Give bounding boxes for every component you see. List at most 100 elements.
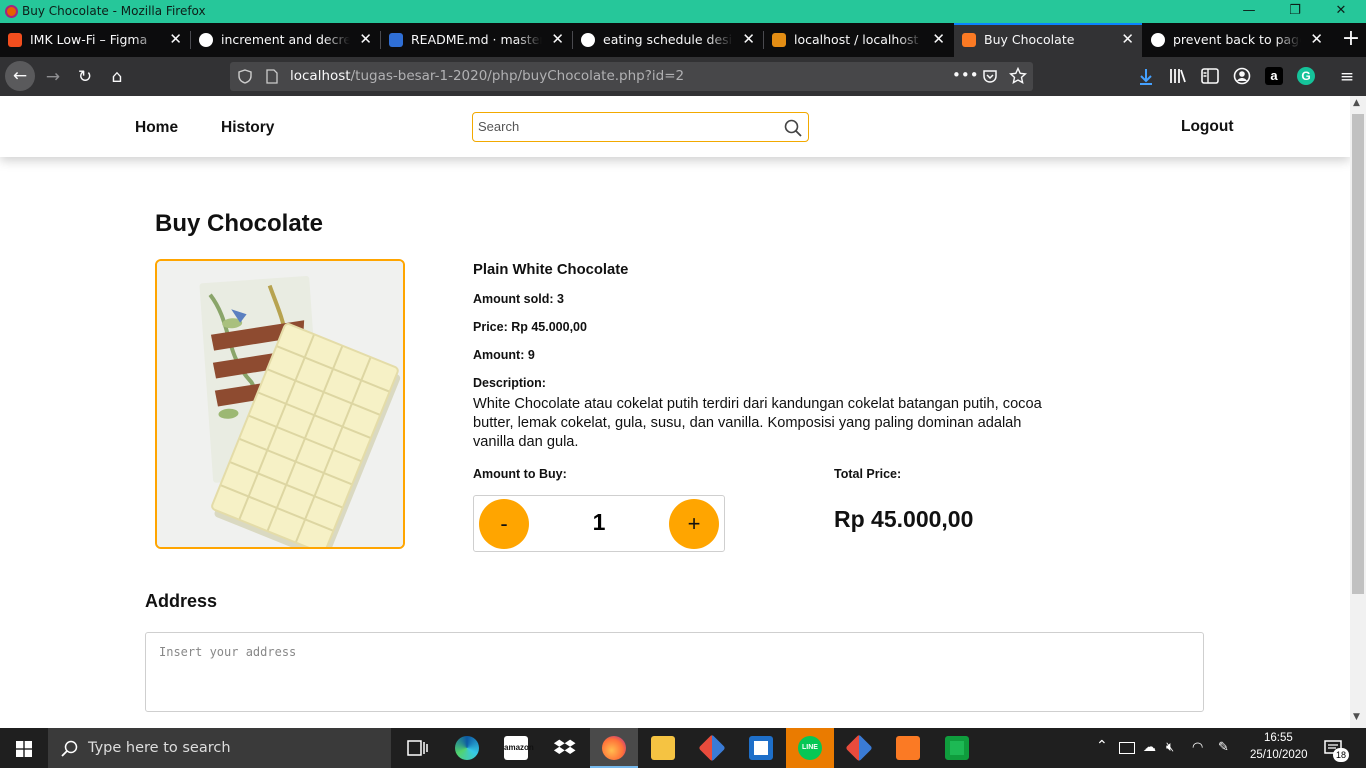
total-price-label: Total Price:: [834, 467, 902, 481]
tab-increment[interactable]: increment and decrement ✕: [191, 23, 380, 57]
quantity-value: 1: [592, 509, 606, 535]
dropbox-icon[interactable]: [553, 736, 577, 760]
pen-icon[interactable]: ✎: [1218, 740, 1229, 755]
gitkraken-icon[interactable]: [845, 734, 873, 762]
page-icon: [266, 69, 278, 84]
product-description: White Chocolate atau cokelat putih terdi…: [473, 396, 1042, 450]
scroll-down-icon[interactable]: ▼: [1353, 712, 1360, 722]
back-button[interactable]: ←: [5, 61, 35, 91]
tray-chevron-icon[interactable]: ⌃: [1096, 738, 1108, 754]
white-chocolate-image: [157, 261, 403, 547]
product-name: Plain White Chocolate: [473, 262, 629, 278]
library-icon[interactable]: [1169, 68, 1187, 84]
file-explorer-icon[interactable]: [651, 736, 675, 760]
edge-icon[interactable]: [455, 736, 479, 760]
tab-label: README.md · master · IF: [411, 32, 542, 47]
phpmyadmin-icon: [772, 33, 786, 47]
amazon-icon[interactable]: a: [1265, 67, 1283, 85]
tab-prevent-back[interactable]: prevent back to page aft ✕: [1143, 23, 1331, 57]
search-icon: [61, 740, 78, 757]
tab-label: prevent back to page aft: [1173, 32, 1301, 47]
figma-icon: [8, 33, 22, 47]
amount-to-buy-label: Amount to Buy:: [473, 467, 567, 481]
page-scrollbar[interactable]: ▲ ▼: [1350, 96, 1366, 728]
grammarly-icon[interactable]: G: [1297, 67, 1315, 85]
tab-close-icon[interactable]: ✕: [1310, 30, 1323, 48]
google-icon: [199, 33, 213, 47]
url-host: localhost: [290, 68, 351, 84]
tab-eating-schedule[interactable]: eating schedule design ✕: [573, 23, 763, 57]
cloud-icon[interactable]: ☁: [1143, 740, 1156, 755]
gitlab-icon: [389, 33, 403, 47]
url-text[interactable]: localhost/tugas-besar-1-2020/php/buyChoc…: [290, 68, 684, 84]
reload-button[interactable]: ↻: [71, 63, 99, 91]
taskbar: Type here to search amazon LINE ⌃ ☁ 🔇︎ ◠…: [0, 728, 1366, 768]
page-title: Buy Chocolate: [155, 210, 324, 237]
tab-phpmyadmin[interactable]: localhost / localhost / w ✕: [764, 23, 953, 57]
nav-logout-link[interactable]: Logout: [1181, 118, 1234, 136]
menu-button[interactable]: ≡: [1333, 63, 1361, 91]
bookmark-star-icon[interactable]: [1009, 67, 1027, 85]
nav-history-link[interactable]: History: [221, 119, 274, 137]
windows-start-icon[interactable]: [16, 741, 32, 757]
minimize-button[interactable]: —: [1226, 0, 1272, 23]
nav-home-link[interactable]: Home: [135, 119, 178, 137]
google-icon: [581, 33, 595, 47]
clock-date[interactable]: 25/10/2020: [1250, 749, 1308, 761]
account-icon[interactable]: [1233, 67, 1251, 85]
new-tab-button[interactable]: +: [1336, 23, 1366, 57]
forward-button[interactable]: →: [39, 63, 67, 91]
taskbar-line-active[interactable]: LINE: [786, 728, 834, 768]
search-box: [472, 112, 809, 142]
volume-muted-icon[interactable]: 🔇︎: [1166, 740, 1174, 755]
git-app-icon[interactable]: [698, 734, 726, 762]
product-amount: Amount: 9: [473, 348, 535, 362]
taskbar-firefox-active[interactable]: [590, 728, 638, 768]
address-field[interactable]: [145, 632, 1204, 712]
firefox-icon: [602, 736, 626, 760]
sidebar-icon[interactable]: [1201, 68, 1219, 84]
search-input[interactable]: [478, 119, 768, 134]
search-icon[interactable]: [784, 119, 802, 137]
tab-buy-chocolate[interactable]: Buy Chocolate ✕: [954, 23, 1142, 57]
scroll-up-icon[interactable]: ▲: [1353, 98, 1360, 108]
taskbar-search[interactable]: Type here to search: [48, 728, 391, 768]
page-viewport: Home History Logout Buy Chocolate: [0, 96, 1350, 728]
notification-count-badge: 18: [1333, 748, 1349, 762]
product-price: Price: Rp 45.000,00: [473, 320, 587, 334]
wifi-icon[interactable]: ◠: [1192, 740, 1203, 755]
word-app-icon[interactable]: [749, 736, 773, 760]
tab-label: increment and decrement: [221, 32, 350, 47]
xampp-icon[interactable]: [896, 736, 920, 760]
shield-icon[interactable]: [238, 69, 252, 84]
task-view-icon[interactable]: [405, 736, 429, 760]
scrollbar-thumb[interactable]: [1352, 114, 1364, 594]
tab-label: Buy Chocolate: [984, 32, 1075, 47]
tab-label: eating schedule design: [603, 32, 733, 47]
google-icon: [1151, 33, 1165, 47]
decrement-button[interactable]: -: [479, 499, 529, 549]
tab-close-icon[interactable]: ✕: [932, 30, 945, 48]
sheets-app-icon[interactable]: [945, 736, 969, 760]
url-bar[interactable]: localhost/tugas-besar-1-2020/php/buyChoc…: [230, 62, 1033, 91]
restore-button[interactable]: ❐: [1272, 0, 1318, 23]
download-icon[interactable]: [1138, 68, 1154, 86]
page-actions-icon[interactable]: •••: [952, 66, 979, 84]
total-price-value: Rp 45.000,00: [834, 506, 974, 532]
close-window-button[interactable]: ✕: [1318, 0, 1364, 23]
increment-button[interactable]: +: [669, 499, 719, 549]
amazon-store-icon[interactable]: amazon: [504, 736, 534, 760]
address-heading: Address: [145, 591, 218, 611]
tab-close-icon[interactable]: ✕: [169, 30, 182, 48]
tab-close-icon[interactable]: ✕: [359, 30, 372, 48]
tab-close-icon[interactable]: ✕: [551, 30, 564, 48]
battery-icon[interactable]: [1119, 742, 1135, 754]
home-button[interactable]: ⌂: [103, 63, 131, 91]
tab-close-icon[interactable]: ✕: [1121, 30, 1134, 48]
clock-time[interactable]: 16:55: [1264, 732, 1293, 744]
tab-readme[interactable]: README.md · master · IF ✕: [381, 23, 572, 57]
tab-close-icon[interactable]: ✕: [742, 30, 755, 48]
window-title: Buy Chocolate - Mozilla Firefox: [22, 4, 206, 18]
tab-figma[interactable]: IMK Low-Fi – Figma ✕: [0, 23, 190, 57]
pocket-icon[interactable]: [982, 68, 998, 84]
